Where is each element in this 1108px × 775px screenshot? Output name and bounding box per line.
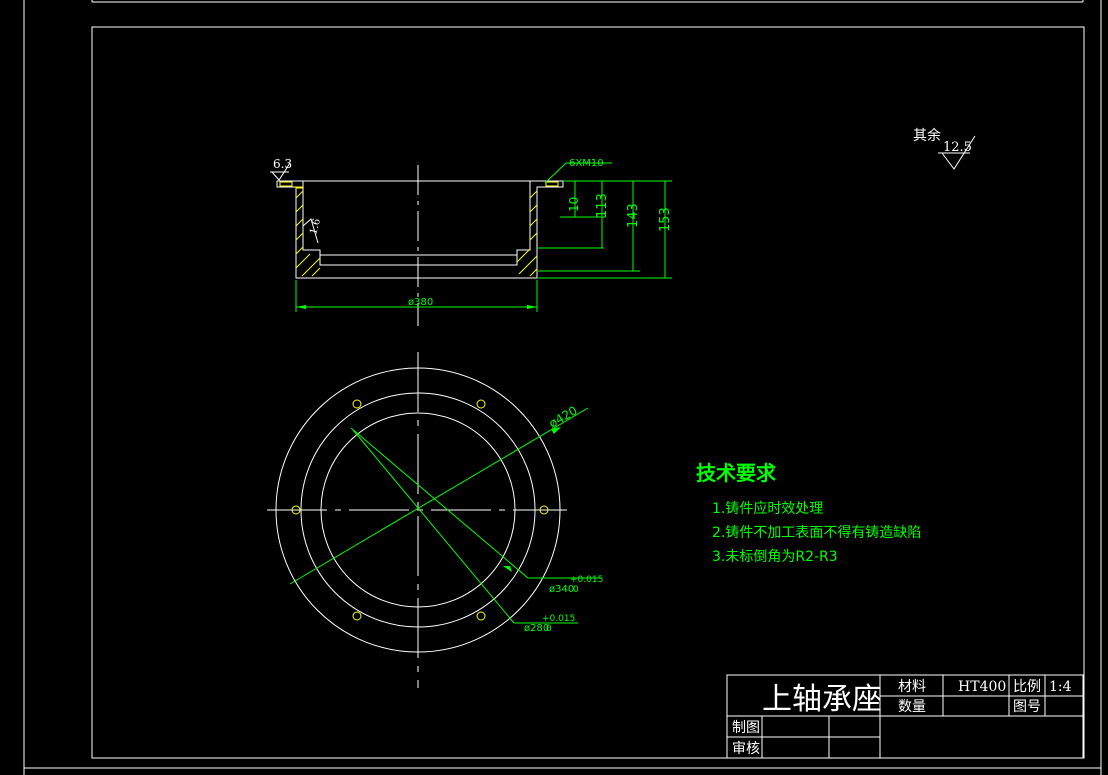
plan-view [267, 352, 602, 688]
dim-height-10: 10 [567, 197, 581, 212]
dim-dia-340-tol-low: 0 [573, 585, 579, 595]
other-finish-value: 12.5 [943, 140, 972, 155]
dim-height-143: 143 [626, 203, 641, 228]
roughness-6-3: 6.3 [273, 157, 292, 171]
quantity-label: 数量 [898, 699, 926, 715]
requirement-item-2: 2.铸件不加工表面不得有铸造缺陷 [712, 524, 921, 541]
requirement-item-1: 1.铸件应时效处理 [712, 500, 823, 517]
scale-value: 1:4 [1049, 679, 1072, 695]
dim-dia-280-tol-low: 0 [546, 624, 552, 634]
drawing-no-label: 图号 [1013, 699, 1041, 715]
drawing-canvas: 6XM10 10 113 143 153 ø380 6.3 1.6 其余 12.… [23, 0, 1102, 775]
dim-dia-340: ø340 [549, 584, 574, 595]
section-hatch-right [516, 190, 538, 277]
other-finish-label: 其余 [913, 127, 941, 144]
material-value: HT400 [958, 679, 1006, 695]
requirement-item-3: 3.未标倒角为R2-R3 [712, 549, 838, 565]
checked-label: 审核 [732, 741, 760, 757]
dim-dia-340-tol: +0.015 [570, 575, 603, 585]
roughness-1-6: 1.6 [308, 218, 323, 236]
thread-note: 6XM10 [569, 158, 604, 169]
part-name: 上轴承座 [762, 682, 882, 717]
drawn-label: 制图 [732, 720, 760, 736]
scale-label: 比例 [1013, 679, 1041, 695]
sheet-frame [23, 0, 1102, 775]
dim-height-113: 113 [595, 193, 610, 218]
material-label: 材料 [898, 679, 926, 695]
dim-dia-280-tol: +0.015 [542, 614, 575, 624]
dim-outer-width: ø380 [408, 297, 433, 308]
dim-dia-420: ø420 [547, 403, 580, 430]
dim-height-153: 153 [658, 207, 673, 232]
requirements-title: 技术要求 [696, 461, 777, 485]
section-dimensions [270, 162, 672, 312]
